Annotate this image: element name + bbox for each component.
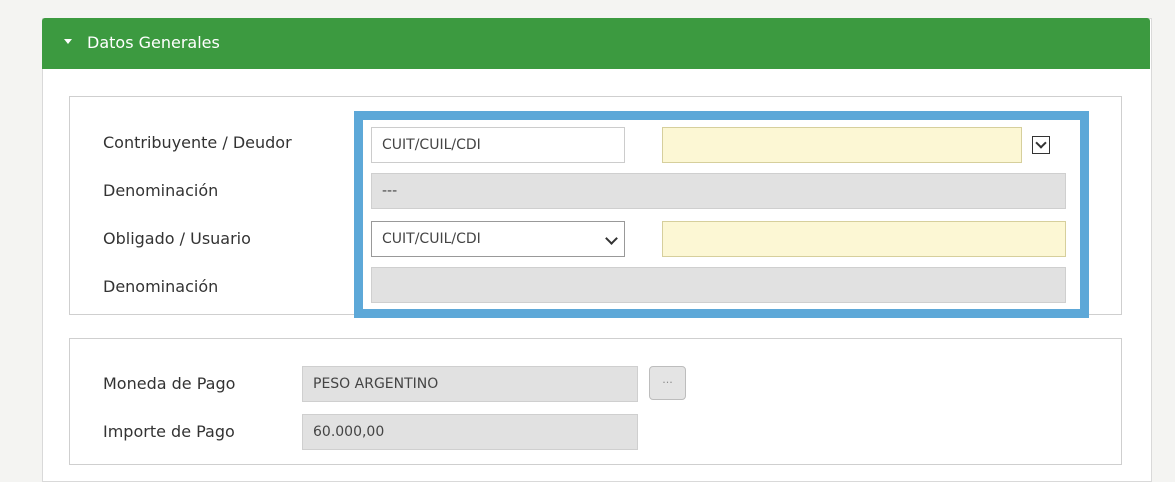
- contribuyente-number-input[interactable]: [662, 127, 1022, 163]
- contribuyente-label: Contribuyente / Deudor: [103, 133, 292, 152]
- importe-field: 60.000,00: [302, 414, 638, 450]
- contribuyente-type-value: CUIT/CUIL/CDI: [382, 137, 481, 153]
- chevron-down-icon: [605, 232, 618, 245]
- caret-down-icon[interactable]: [64, 39, 72, 44]
- obligado-type-select[interactable]: CUIT/CUIL/CDI: [371, 221, 625, 257]
- moneda-field: PESO ARGENTINO: [302, 366, 638, 402]
- denominacion-obligado-field: [371, 267, 1066, 303]
- obligado-number-input[interactable]: [662, 221, 1066, 257]
- importe-label: Importe de Pago: [103, 422, 235, 441]
- panel-header[interactable]: Datos Generales: [42, 18, 1150, 69]
- chevron-down-icon: [1035, 137, 1047, 149]
- panel-title: Datos Generales: [87, 33, 220, 52]
- denominacion-label: Denominación: [103, 181, 219, 200]
- contribuyente-dropdown-button[interactable]: [1032, 136, 1050, 154]
- contribuyente-type-field[interactable]: CUIT/CUIL/CDI: [371, 127, 625, 163]
- denominacion-obligado-label: Denominación: [103, 277, 219, 296]
- obligado-type-value: CUIT/CUIL/CDI: [382, 231, 481, 247]
- denominacion-field: ---: [371, 173, 1066, 209]
- obligado-label: Obligado / Usuario: [103, 229, 251, 248]
- moneda-label: Moneda de Pago: [103, 374, 236, 393]
- moneda-select-button[interactable]: ...: [649, 366, 686, 400]
